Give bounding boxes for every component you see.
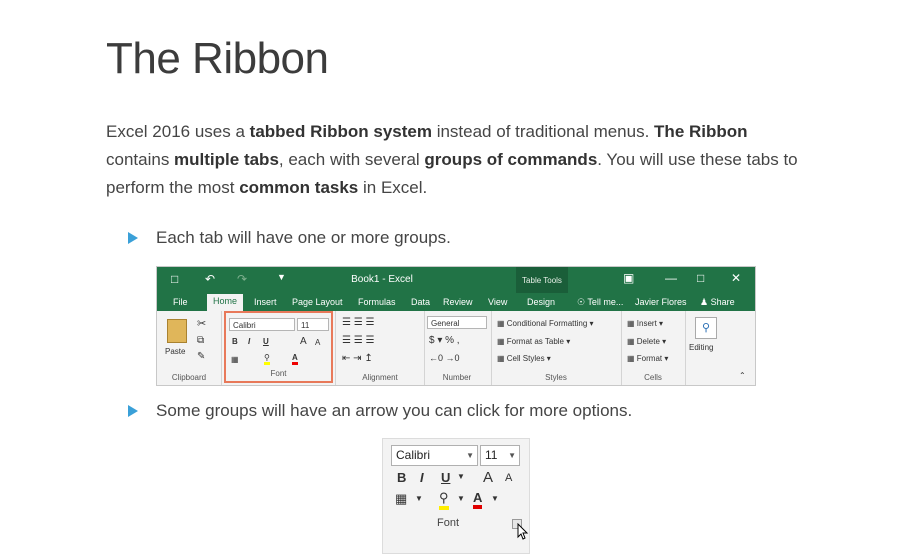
format-as-table-button[interactable]: ▦ Format as Table ▾: [497, 337, 570, 346]
zoom-italic-icon[interactable]: I: [420, 470, 424, 485]
zoom-borders-dropdown-icon[interactable]: ▼: [415, 494, 423, 503]
font-color-icon[interactable]: A: [292, 353, 298, 365]
format-cells-button[interactable]: ▦ Format ▾: [627, 354, 668, 363]
tab-review[interactable]: Review: [443, 297, 473, 307]
bullet-item: Each tab will have one or more groups.: [128, 228, 451, 248]
bullet-triangle-icon: [128, 232, 138, 244]
tab-view[interactable]: View: [488, 297, 507, 307]
zoom-group-label-font: Font: [436, 517, 459, 529]
mouse-cursor-icon: [517, 523, 529, 540]
font-size-box[interactable]: 11: [297, 318, 329, 331]
cut-icon[interactable]: ✂: [197, 317, 206, 330]
ribbon-screenshot: □ ↶ ↷ ▼ Book1 - Excel Table Tools ▣ — □ …: [156, 266, 756, 386]
tab-file[interactable]: File: [173, 297, 188, 307]
tab-data[interactable]: Data: [411, 297, 430, 307]
zoom-font-size-box[interactable]: 11 ▼: [480, 445, 520, 466]
currency-icon[interactable]: $ ▾ % ,: [429, 335, 460, 346]
group-label-font: Font: [270, 369, 287, 378]
group-font-highlighted: Calibri 11 B I U A A ▦ ⚲ A Font: [224, 311, 333, 383]
zoom-decrease-font-icon[interactable]: A: [505, 472, 512, 484]
fill-color-icon[interactable]: ⚲: [264, 353, 270, 365]
zoom-font-color-icon[interactable]: A: [473, 490, 483, 509]
zoom-borders-icon[interactable]: ▦: [395, 491, 407, 507]
bullet-triangle-icon: [128, 405, 138, 417]
zoom-fill-dropdown-icon[interactable]: ▼: [457, 494, 465, 503]
minimize-icon[interactable]: —: [665, 271, 677, 285]
ribbon-display-options-icon[interactable]: ▣: [623, 271, 634, 285]
tab-insert[interactable]: Insert: [254, 297, 277, 307]
group-editing: ⚲ Editing: [685, 311, 725, 385]
number-format-box[interactable]: General: [427, 316, 487, 329]
editing-button[interactable]: Editing: [689, 343, 713, 352]
cell-styles-button[interactable]: ▦ Cell Styles ▾: [497, 354, 551, 363]
group-clipboard: Paste ✂ ⧉ ✎ Clipboard: [157, 311, 222, 385]
group-cells: ▦ Insert ▾ ▦ Delete ▾ ▦ Format ▾ Cells: [621, 311, 686, 385]
zoom-underline-dropdown-icon[interactable]: ▼: [457, 472, 465, 481]
group-number: General $ ▾ % , ←0 →0 Number: [423, 311, 492, 385]
conditional-formatting-button[interactable]: ▦ Conditional Formatting ▾: [497, 319, 594, 328]
font-group-zoom: Calibri ▼ 11 ▼ B I U ▼ A A ▦ ▼ ⚲ ▼ A ▼ Fon…: [382, 438, 530, 554]
find-select-icon[interactable]: ⚲: [695, 317, 717, 339]
bullet-item: Some groups will have an arrow you can c…: [128, 401, 632, 421]
group-styles: ▦ Conditional Formatting ▾ ▦ Format as T…: [491, 311, 622, 385]
zoom-increase-font-icon[interactable]: A: [483, 469, 493, 486]
group-label-alignment: Alignment: [362, 373, 398, 382]
increase-font-icon[interactable]: A: [300, 336, 307, 347]
ribbon-tabs: File Home Insert Page Layout Formulas Da…: [157, 293, 755, 311]
paste-icon[interactable]: [167, 319, 187, 343]
tell-me-box[interactable]: ☉ Tell me...: [577, 297, 623, 308]
decrease-font-icon[interactable]: A: [315, 338, 320, 347]
collapse-ribbon-icon[interactable]: ⌃: [739, 371, 746, 380]
bold-icon[interactable]: B: [232, 337, 238, 346]
decimal-icon[interactable]: ←0 →0: [429, 353, 460, 363]
group-label-cells: Cells: [644, 373, 662, 382]
user-name: Javier Flores: [635, 297, 687, 307]
zoom-bold-icon[interactable]: B: [397, 470, 406, 485]
align-top-icon[interactable]: ☰ ☰ ☰: [342, 317, 374, 328]
group-label-number: Number: [442, 373, 472, 382]
insert-cells-button[interactable]: ▦ Insert ▾: [627, 319, 663, 328]
ribbon-body: Paste ✂ ⧉ ✎ Clipboard Calibri 11 B I U A…: [157, 311, 755, 385]
paste-button[interactable]: Paste: [165, 347, 185, 356]
tab-page-layout[interactable]: Page Layout: [292, 297, 343, 307]
group-label-styles: Styles: [545, 373, 567, 382]
zoom-font-name-box[interactable]: Calibri ▼: [391, 445, 478, 466]
tab-design[interactable]: Design: [527, 297, 555, 307]
delete-cells-button[interactable]: ▦ Delete ▾: [627, 337, 666, 346]
zoom-underline-icon[interactable]: U: [441, 470, 450, 485]
zoom-font-color-dropdown-icon[interactable]: ▼: [491, 494, 499, 503]
close-icon[interactable]: ✕: [731, 271, 741, 285]
copy-icon[interactable]: ⧉: [197, 335, 204, 346]
page-title: The Ribbon: [106, 34, 329, 83]
maximize-icon[interactable]: □: [697, 271, 704, 285]
tab-home[interactable]: Home: [207, 294, 244, 311]
indent-icon[interactable]: ⇤ ⇥ ↥: [342, 353, 373, 364]
title-bar: □ ↶ ↷ ▼ Book1 - Excel Table Tools ▣ — □ …: [157, 267, 755, 311]
tab-formulas[interactable]: Formulas: [358, 297, 396, 307]
align-left-icon[interactable]: ☰ ☰ ☰: [342, 335, 374, 346]
zoom-fill-color-icon[interactable]: ⚲: [439, 490, 449, 510]
font-name-box[interactable]: Calibri: [229, 318, 295, 331]
borders-icon[interactable]: ▦: [231, 355, 239, 364]
intro-paragraph: Excel 2016 uses a tabbed Ribbon system i…: [106, 122, 798, 197]
italic-icon[interactable]: I: [248, 337, 250, 346]
underline-icon[interactable]: U: [263, 337, 269, 346]
group-label-clipboard: Clipboard: [171, 373, 207, 382]
format-painter-icon[interactable]: ✎: [197, 351, 205, 362]
share-button[interactable]: ♟ Share: [700, 297, 735, 308]
group-alignment: ☰ ☰ ☰ ☰ ☰ ☰ ⇤ ⇥ ↥ Alignment: [335, 311, 425, 385]
